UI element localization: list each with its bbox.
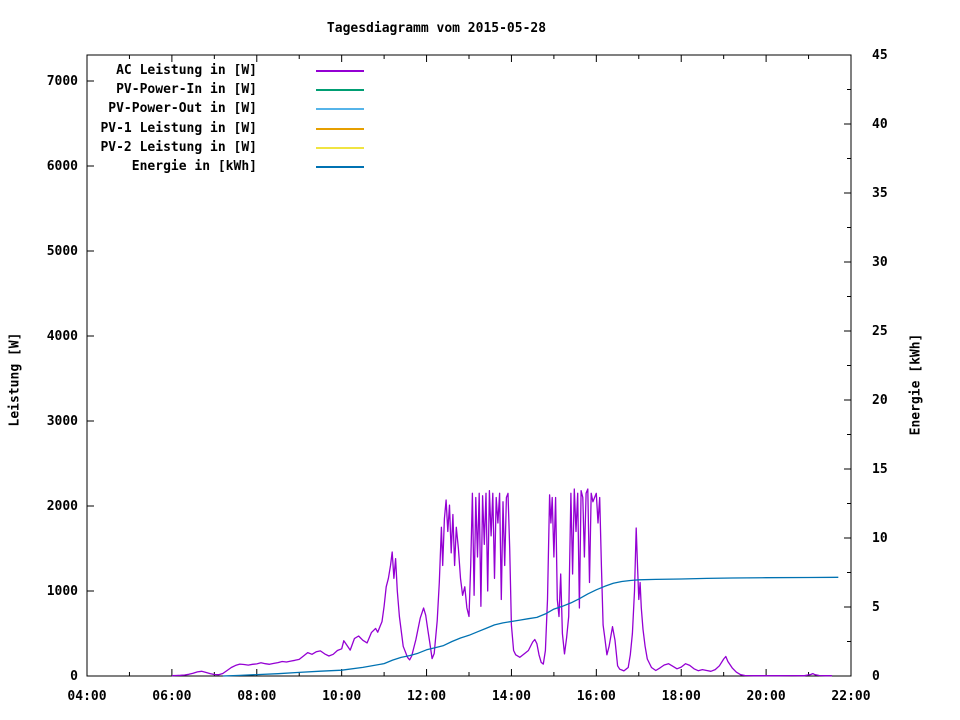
legend-label: AC Leistung in [W] <box>116 63 257 78</box>
left-tick-label: 7000 <box>46 74 78 89</box>
x-tick-label: 10:00 <box>322 689 362 704</box>
right-tick-label: 5 <box>872 600 880 615</box>
right-tick-label: 10 <box>872 531 888 546</box>
x-tick-label: 06:00 <box>152 689 192 704</box>
x-tick-label: 20:00 <box>746 689 786 704</box>
right-tick-label: 35 <box>872 186 888 201</box>
x-tick-label: 16:00 <box>576 689 616 704</box>
right-tick-label: 20 <box>872 393 888 408</box>
legend-line-swatch <box>316 127 364 130</box>
left-tick-label: 5000 <box>46 244 78 259</box>
right-tick-label: 30 <box>872 255 888 270</box>
legend-label: PV-1 Leistung in [W] <box>100 120 257 136</box>
x-tick-label: 12:00 <box>406 689 447 704</box>
legend-label: Energie in [kWh] <box>131 159 257 174</box>
legend-label: PV-2 Leistung in [W] <box>100 139 257 155</box>
x-tick-label: 04:00 <box>67 689 107 704</box>
legend-line-swatch <box>316 108 364 111</box>
right-tick-label: 15 <box>872 462 888 477</box>
legend-line-swatch <box>316 89 364 92</box>
left-tick-label: 0 <box>70 669 78 684</box>
right-tick-label: 25 <box>872 324 888 339</box>
x-tick-label: 14:00 <box>491 689 531 704</box>
left-tick-label: 4000 <box>46 329 78 344</box>
left-tick-label: 3000 <box>46 414 78 429</box>
left-tick-label: 2000 <box>46 499 78 514</box>
legend-line-swatch <box>316 146 364 149</box>
right-tick-label: 0 <box>872 669 880 684</box>
right-tick-label: 45 <box>872 48 888 63</box>
x-tick-label: 18:00 <box>661 689 701 704</box>
left-tick-label: 6000 <box>46 159 78 174</box>
x-tick-label: 08:00 <box>237 689 277 704</box>
legend-line-swatch <box>316 166 364 168</box>
series-line-energie <box>222 576 839 677</box>
right-tick-label: 40 <box>872 117 888 132</box>
x-tick-label: 22:00 <box>831 689 871 704</box>
tagesdiagramm-chart: Tagesdiagramm vom 2015-05-28 Leistung [W… <box>0 0 960 720</box>
legend-label: PV-Power-In in [W] <box>116 82 257 98</box>
series-line-ac <box>171 488 832 677</box>
legend-label: PV-Power-Out in [W] <box>108 101 257 117</box>
legend-line-swatch <box>316 70 364 72</box>
left-tick-label: 1000 <box>46 584 78 599</box>
